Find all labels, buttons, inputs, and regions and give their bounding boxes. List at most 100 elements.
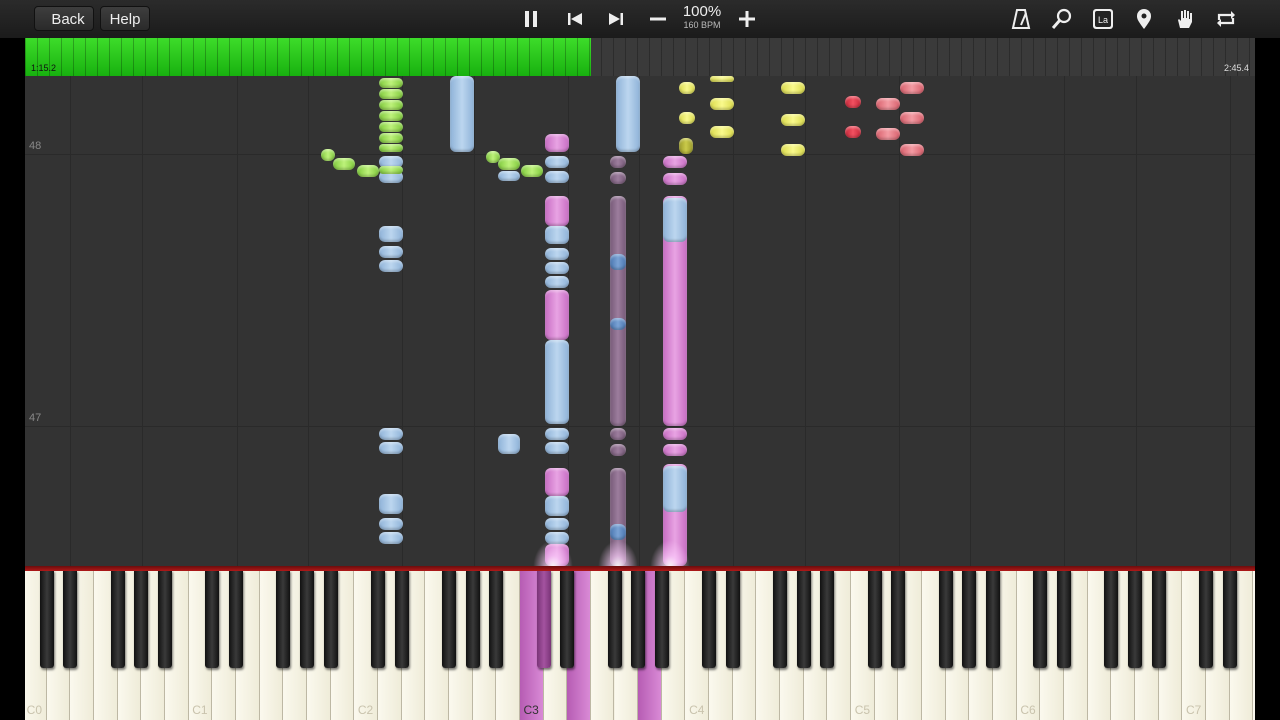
black-key[interactable] <box>134 570 149 668</box>
search-icon[interactable] <box>1049 6 1075 32</box>
note <box>379 89 403 99</box>
black-key[interactable] <box>796 570 811 668</box>
left-border <box>0 38 25 720</box>
key-divider <box>237 76 238 566</box>
black-key[interactable] <box>962 570 977 668</box>
note <box>379 246 403 258</box>
note <box>876 98 900 110</box>
note <box>610 156 626 168</box>
black-key[interactable] <box>441 570 456 668</box>
skip-back-icon[interactable] <box>562 6 588 32</box>
note <box>379 428 403 440</box>
octave-label: C0 <box>26 703 42 717</box>
black-key[interactable] <box>205 570 220 668</box>
loop-icon[interactable] <box>1213 6 1239 32</box>
measure-number: 47 <box>29 412 42 424</box>
note <box>379 78 403 88</box>
note <box>545 248 569 260</box>
black-key[interactable] <box>157 570 172 668</box>
note <box>610 428 626 440</box>
note <box>545 196 569 226</box>
black-key[interactable] <box>370 570 385 668</box>
keyboard-rail <box>25 566 1255 571</box>
black-key[interactable] <box>891 570 906 668</box>
metronome-icon[interactable] <box>1008 6 1034 32</box>
note <box>498 158 520 170</box>
note <box>710 126 734 138</box>
black-key[interactable] <box>1057 570 1072 668</box>
black-key[interactable] <box>276 570 291 668</box>
note <box>545 276 569 288</box>
minus-icon[interactable] <box>645 6 671 32</box>
note <box>521 165 543 177</box>
help-button[interactable]: Help <box>100 6 150 31</box>
note <box>357 165 379 177</box>
black-key[interactable] <box>702 570 717 668</box>
measure-line <box>25 426 1255 427</box>
note <box>663 156 687 168</box>
note <box>610 196 626 426</box>
black-key[interactable] <box>299 570 314 668</box>
song-progress-bar[interactable]: 1:15.2 2:45.4 <box>25 38 1255 76</box>
black-key[interactable] <box>1199 570 1213 668</box>
black-key[interactable] <box>465 570 480 668</box>
black-key[interactable] <box>820 570 835 668</box>
tempo-bpm: 160 BPM <box>683 20 721 30</box>
black-key[interactable] <box>39 570 54 668</box>
black-key[interactable] <box>228 570 243 668</box>
black-key[interactable] <box>1033 570 1048 668</box>
note <box>679 138 693 154</box>
note <box>545 134 569 152</box>
skip-forward-icon[interactable] <box>603 6 629 32</box>
note <box>679 112 695 124</box>
note <box>845 126 861 138</box>
note <box>379 122 403 132</box>
pause-icon[interactable] <box>518 6 544 32</box>
black-key[interactable] <box>63 570 78 668</box>
octave-label: C7 <box>1185 703 1202 717</box>
la-key-icon[interactable]: La <box>1090 6 1116 32</box>
note <box>545 290 569 340</box>
black-key[interactable] <box>536 570 551 668</box>
piano-keyboard[interactable]: C0 C1 C2 C3 C4 C5 C6 C7 <box>25 570 1255 720</box>
key-divider <box>308 76 309 566</box>
black-key[interactable] <box>1128 570 1143 668</box>
key-divider <box>1230 76 1231 566</box>
black-key[interactable] <box>607 570 622 668</box>
total-time: 2:45.4 <box>1223 63 1249 73</box>
black-key[interactable] <box>110 570 125 668</box>
note <box>610 524 626 540</box>
black-key[interactable] <box>938 570 953 668</box>
note-roll[interactable]: 48 47 <box>25 76 1255 566</box>
note <box>781 144 805 156</box>
key-divider <box>970 76 971 566</box>
black-key[interactable] <box>867 570 882 668</box>
plus-icon[interactable] <box>734 6 760 32</box>
hand-icon[interactable] <box>1172 6 1198 32</box>
black-key[interactable] <box>631 570 646 668</box>
location-pin-icon[interactable] <box>1131 6 1157 32</box>
note <box>610 172 626 184</box>
key-divider <box>474 76 475 566</box>
black-key[interactable] <box>489 570 504 668</box>
black-key[interactable] <box>394 570 409 668</box>
black-key[interactable] <box>1151 570 1166 668</box>
black-key[interactable] <box>1222 570 1237 668</box>
white-key[interactable] <box>1253 570 1255 720</box>
black-key[interactable] <box>725 570 740 668</box>
black-key[interactable] <box>986 570 1001 668</box>
black-key[interactable] <box>560 570 575 668</box>
black-key[interactable] <box>773 570 788 668</box>
back-button[interactable]: Back <box>34 6 94 31</box>
black-key[interactable] <box>323 570 338 668</box>
black-key[interactable] <box>1104 570 1119 668</box>
measure-number: 48 <box>29 140 42 152</box>
right-border <box>1255 38 1280 720</box>
note <box>498 171 520 181</box>
note <box>900 112 924 124</box>
black-key[interactable] <box>654 570 669 668</box>
note <box>379 144 403 152</box>
key-divider <box>1136 76 1137 566</box>
note <box>498 434 520 454</box>
note <box>545 468 569 496</box>
